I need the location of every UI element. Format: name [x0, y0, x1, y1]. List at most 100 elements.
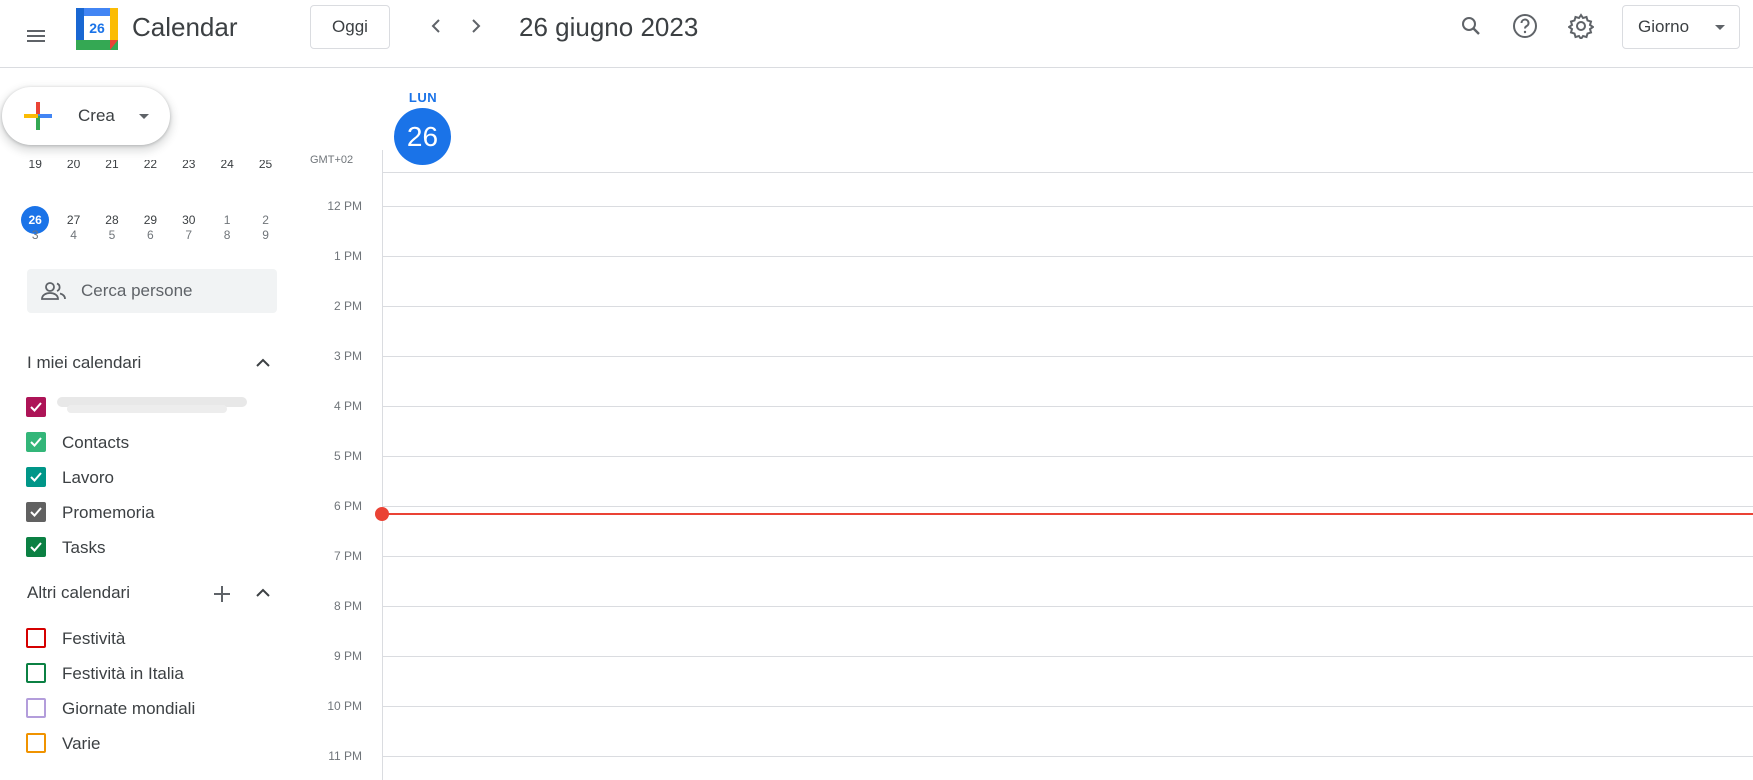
hour-gridline	[383, 706, 1753, 707]
mini-calendar-day[interactable]: 6	[131, 221, 169, 249]
calendar-label: Varie	[62, 734, 101, 753]
hour-label: 2 PM	[333, 299, 362, 313]
calendar-logo[interactable]: 26	[76, 8, 118, 50]
calendar-item-varie[interactable]: Varie	[25, 728, 275, 758]
today-button[interactable]: Oggi	[310, 5, 390, 49]
hour-label: 4 PM	[333, 399, 362, 413]
hour-label: 9 PM	[333, 649, 362, 663]
my-calendars-heading[interactable]: I miei calendari	[27, 353, 141, 373]
hour-label: 10 PM	[327, 699, 362, 713]
caret-down-icon	[1715, 25, 1725, 30]
gear-icon	[1568, 13, 1594, 39]
calendar-item-lavoro[interactable]: Lavoro	[25, 462, 275, 492]
calendar-checkbox[interactable]	[26, 733, 46, 753]
redacted-calendar-name	[57, 397, 247, 413]
calendar-item-primary[interactable]	[25, 392, 275, 422]
day-grid[interactable]	[382, 150, 1753, 780]
calendar-label: Festività	[62, 629, 126, 648]
calendar-checkbox[interactable]	[26, 432, 46, 452]
other-calendars-heading[interactable]: Altri calendari	[27, 583, 130, 603]
calendar-checkbox[interactable]	[26, 397, 46, 417]
hour-gridline	[383, 256, 1753, 257]
create-button-label: Crea	[78, 106, 115, 125]
hour-label: 8 PM	[333, 599, 362, 613]
chevron-right-icon	[472, 19, 481, 33]
hour-gridline	[383, 206, 1753, 207]
people-search-input[interactable]	[81, 279, 261, 303]
mini-calendar-day[interactable]: 4	[54, 221, 92, 249]
current-time-dot	[375, 507, 389, 521]
hour-gridline	[383, 556, 1753, 557]
calendar-item-tasks[interactable]: Tasks	[25, 532, 275, 562]
top-app-bar: 26 Calendar Oggi 26 giugno 2023 Giorno	[0, 0, 1753, 68]
settings-button[interactable]	[1561, 6, 1601, 46]
hamburger-menu-icon	[27, 30, 45, 42]
mini-calendar-day[interactable]: 5	[93, 221, 131, 249]
hour-gridline	[383, 306, 1753, 307]
check-icon	[30, 507, 42, 517]
hour-gridline	[383, 606, 1753, 607]
colorful-plus-icon	[24, 102, 52, 130]
calendar-checkbox[interactable]	[26, 467, 46, 487]
caret-down-icon	[139, 114, 149, 119]
help-icon	[1513, 14, 1537, 38]
main-menu-button[interactable]	[14, 14, 58, 58]
hour-gridline	[383, 406, 1753, 407]
calendar-label: Giornate mondiali	[62, 699, 196, 718]
mini-calendar-day[interactable]: 7	[170, 221, 208, 249]
hour-gridline	[383, 172, 1753, 173]
add-other-calendar-button[interactable]	[208, 580, 236, 608]
calendar-label: Promemoria	[62, 503, 155, 522]
hour-gridline	[383, 356, 1753, 357]
calendar-label: Tasks	[62, 538, 106, 557]
calendar-item-festivita[interactable]: Festività	[25, 623, 275, 653]
calendar-checkbox[interactable]	[26, 663, 46, 683]
calendar-item-contacts[interactable]: Contacts	[25, 427, 275, 457]
collapse-other-calendars-button[interactable]	[250, 580, 276, 606]
mini-calendar-day[interactable]: 8	[208, 221, 246, 249]
hour-gridline	[383, 756, 1753, 757]
hour-label: 12 PM	[327, 199, 362, 213]
hour-label: 6 PM	[333, 499, 362, 513]
calendar-label: Lavoro	[62, 468, 114, 487]
calendar-item-promemoria[interactable]: Promemoria	[25, 497, 275, 527]
calendar-label: Festività in Italia	[62, 664, 184, 683]
check-icon	[30, 437, 42, 447]
view-select-dropdown[interactable]: Giorno	[1622, 5, 1740, 49]
timezone-label: GMT+02	[310, 154, 354, 166]
calendar-item-giornate-mondiali[interactable]: Giornate mondiali	[25, 693, 275, 723]
check-icon	[30, 402, 42, 412]
hour-label: 11 PM	[328, 749, 362, 763]
mini-calendar-day[interactable]: 3	[16, 221, 54, 249]
hour-label: 7 PM	[333, 549, 362, 563]
hour-label: 5 PM	[333, 449, 362, 463]
people-search	[27, 269, 277, 313]
view-select-label: Giorno	[1638, 17, 1690, 36]
check-icon	[30, 542, 42, 552]
calendar-checkbox[interactable]	[26, 698, 46, 718]
help-button[interactable]	[1505, 6, 1545, 46]
chevron-left-icon	[431, 19, 440, 33]
people-icon	[41, 282, 66, 300]
chevron-up-icon	[256, 358, 270, 367]
create-button[interactable]: Crea	[2, 87, 170, 145]
mini-calendar-week-3: 3 4 5 6 7 8 9	[16, 221, 276, 249]
calendar-label: Contacts	[62, 433, 130, 452]
next-day-button[interactable]	[458, 8, 494, 44]
calendar-checkbox[interactable]	[26, 502, 46, 522]
hour-gridline	[383, 656, 1753, 657]
day-of-week-label: LUN	[408, 90, 438, 105]
mini-calendar-week-2	[16, 162, 276, 190]
calendar-item-festivita-italia[interactable]: Festività in Italia	[25, 658, 275, 688]
mini-calendar-week: 3 4 5 6 7 8 9	[16, 221, 276, 249]
mini-calendar-day[interactable]: 9	[246, 221, 276, 249]
current-time-line	[382, 513, 1753, 515]
search-button[interactable]	[1451, 6, 1491, 46]
collapse-my-calendars-button[interactable]	[250, 350, 276, 376]
current-date-title: 26 giugno 2023	[519, 12, 699, 42]
calendar-checkbox[interactable]	[26, 628, 46, 648]
hour-gridline	[383, 506, 1753, 507]
calendar-checkbox[interactable]	[26, 537, 46, 557]
previous-day-button[interactable]	[418, 8, 454, 44]
hour-label: 1 PM	[333, 249, 362, 263]
